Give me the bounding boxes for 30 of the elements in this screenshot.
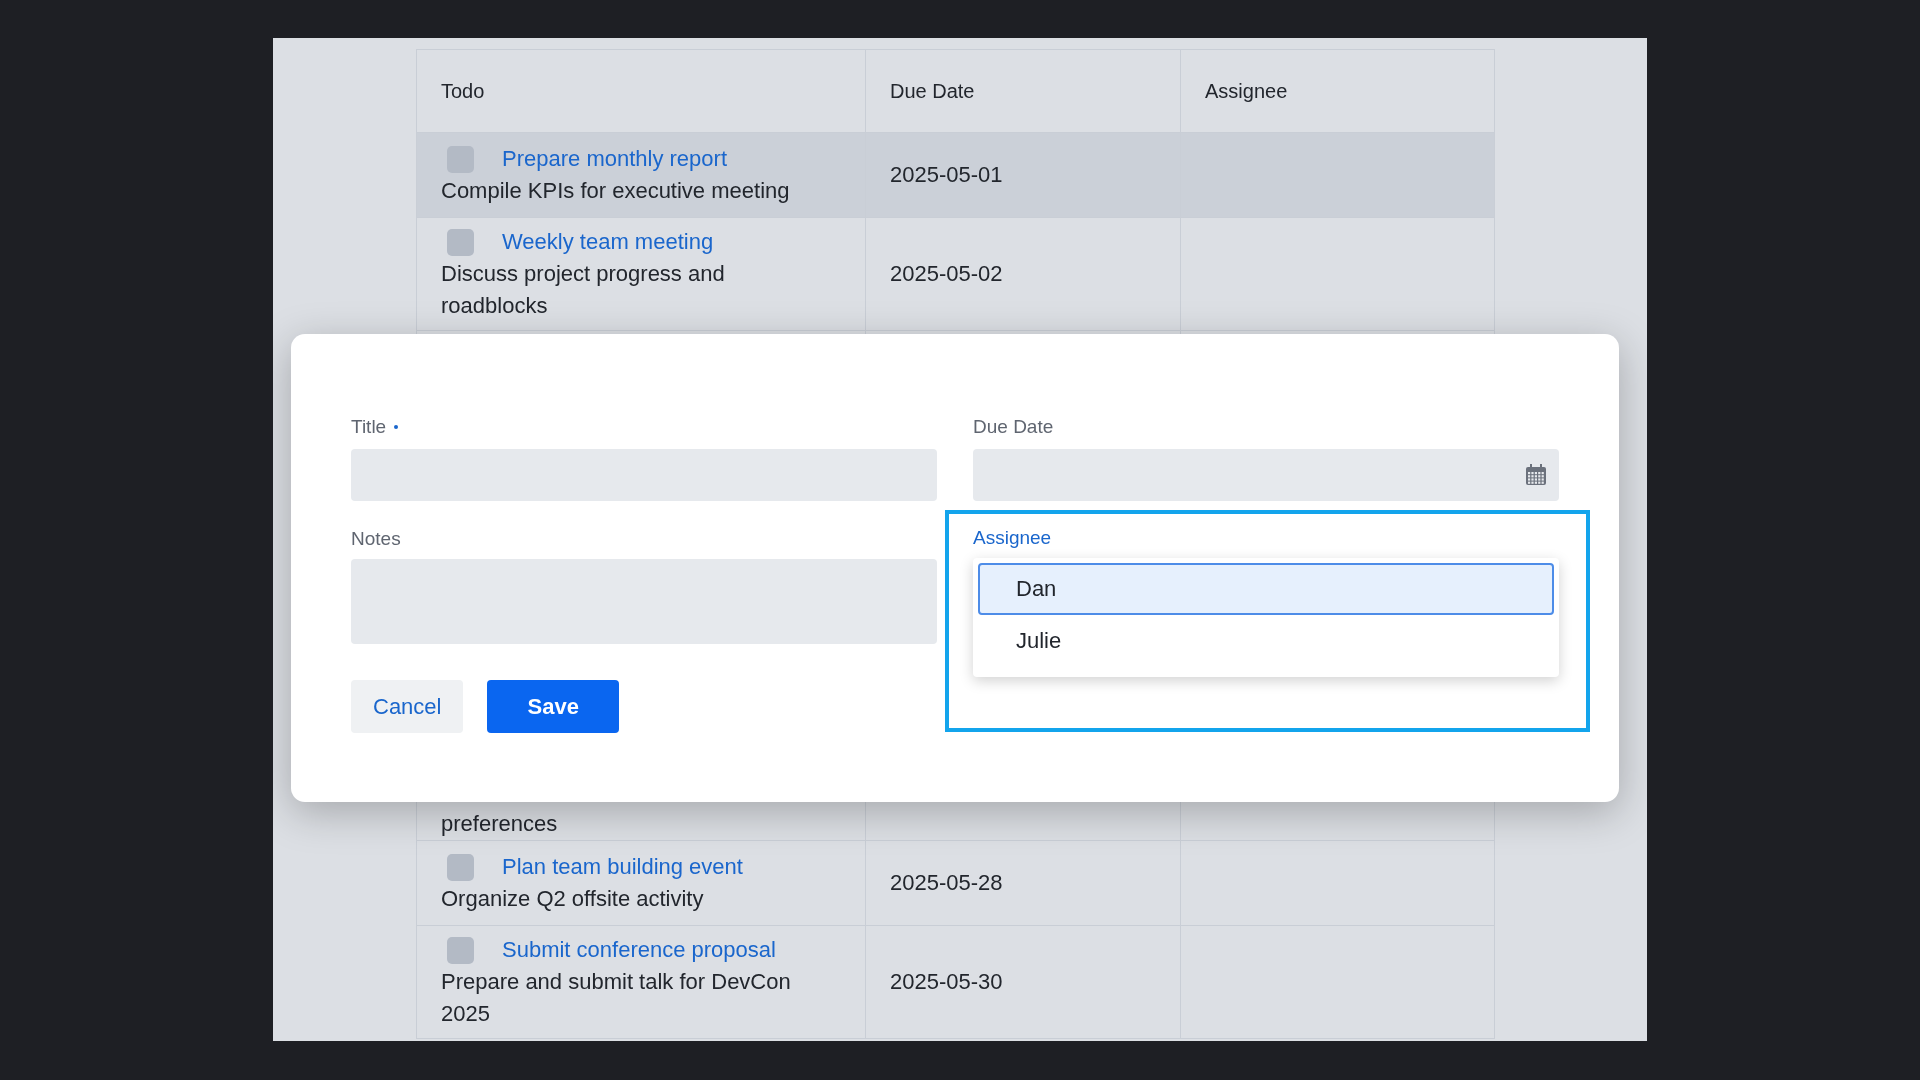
due-date-text: 2025-05-02 [890,261,1004,287]
todo-title-link[interactable]: Prepare monthly report [502,143,727,175]
field-label: Assignee [973,526,1053,550]
calendar-icon[interactable] [1525,464,1547,486]
todo-notes: Organize Q2 offsite activity [441,885,705,913]
checkbox[interactable] [447,936,474,964]
title-input[interactable] [351,449,937,501]
required-dot-icon [394,425,399,429]
dropdown-option[interactable]: Julie [978,615,1554,667]
due-date-text: 2025-05-28 [890,870,1004,896]
todo-title-link[interactable]: Weekly team meeting [502,226,714,258]
todo-notes: preferences [441,811,559,837]
checkbox[interactable] [447,145,474,173]
save-button[interactable]: Save [487,680,619,733]
todo-title-link[interactable]: Submit conference proposal [502,934,776,966]
todo-notes: Discuss project progress and roadblocks [441,260,726,320]
notes-input[interactable] [351,559,937,644]
due-date-text: 2025-05-30 [890,969,1004,995]
checkbox[interactable] [447,228,474,256]
field-label: Due Date [973,415,1055,439]
todo-notes: Prepare and submit talk for DevCon 2025 [441,968,792,1028]
todo-title-link[interactable]: Plan team building event [502,851,743,883]
field-label: Notes [351,527,402,551]
checkbox[interactable] [447,853,474,881]
date-input[interactable] [973,449,1559,501]
due-date-text: 2025-05-01 [890,162,1004,188]
dropdown-option[interactable]: Dan [978,563,1554,615]
todo-notes: Compile KPIs for executive meeting [441,177,791,205]
cancel-button[interactable]: Cancel [351,680,464,733]
field-label: Title [351,413,937,441]
